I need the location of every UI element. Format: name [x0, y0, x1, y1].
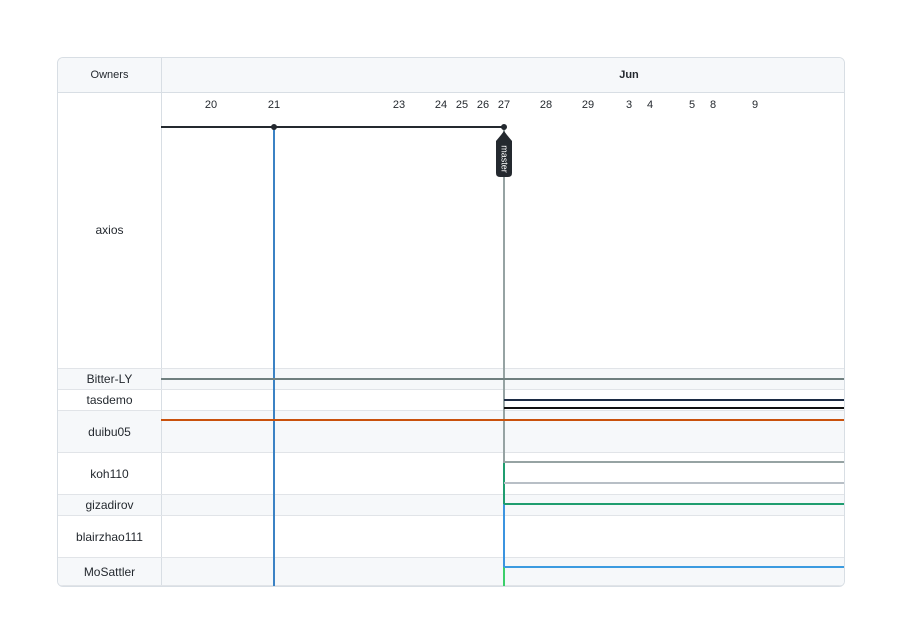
graph-lines[interactable]: master: [58, 58, 844, 586]
commit-dot: [271, 124, 277, 130]
network-graph: Owners Jun axiosBitter-LYtasdemoduibu05k…: [57, 57, 845, 587]
commit-dot: [501, 124, 507, 130]
branch-tag-master[interactable]: master: [496, 131, 512, 177]
branch-label: master: [500, 145, 510, 173]
